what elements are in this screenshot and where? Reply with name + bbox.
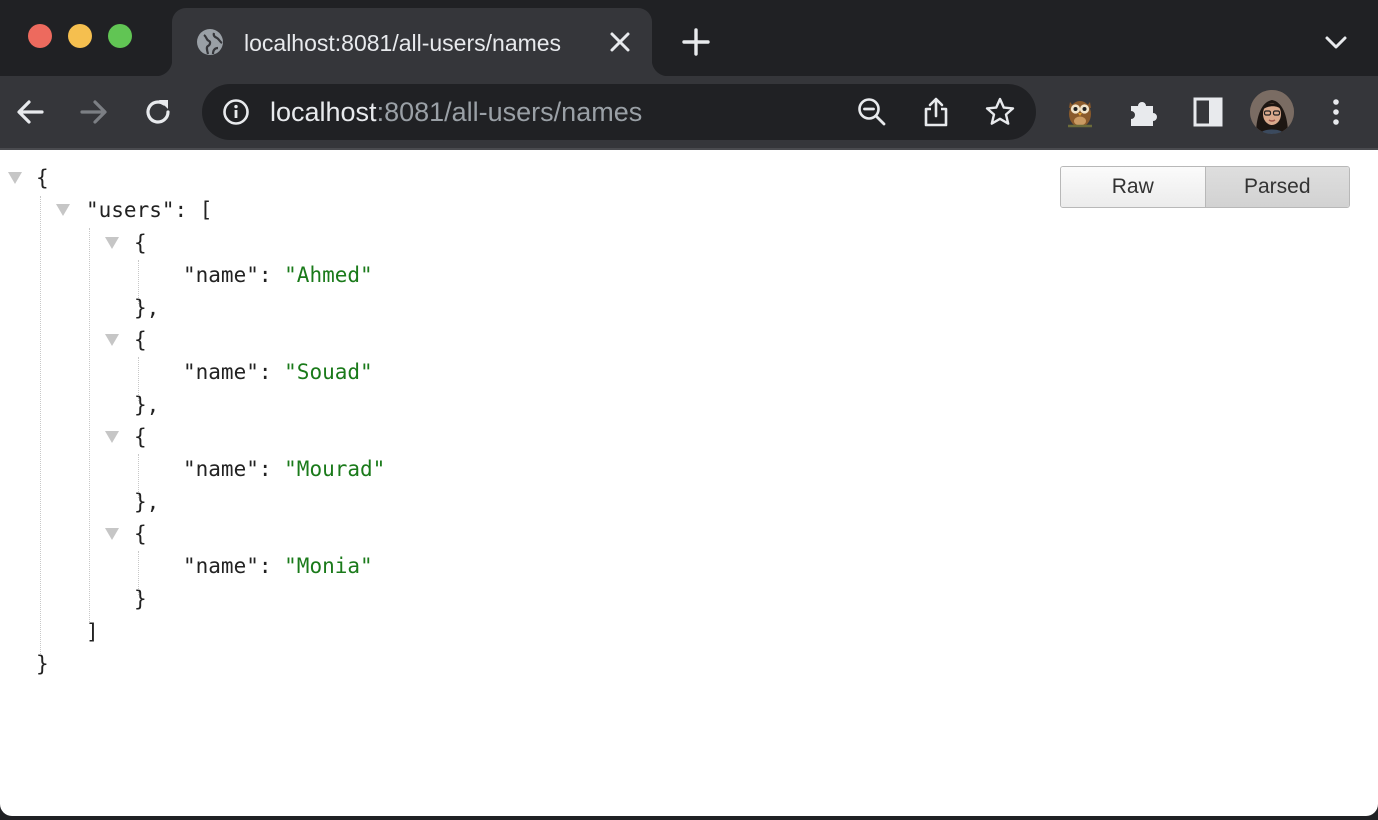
json-key: "name" [183, 263, 259, 287]
json-brace: }, [134, 393, 160, 417]
chevron-down-icon[interactable] [1322, 28, 1350, 56]
collapse-toggle-icon[interactable] [105, 237, 119, 249]
json-string-value: "Mourad" [284, 457, 386, 481]
back-arrow-icon[interactable] [12, 94, 48, 130]
close-window-button[interactable] [28, 24, 52, 48]
indent-guide [89, 228, 90, 624]
json-brace: { [36, 166, 49, 190]
browser-toolbar: localhost:8081/all-users/names [0, 76, 1378, 148]
json-brace: }, [134, 490, 160, 514]
json-brace: { [134, 328, 147, 352]
kebab-menu-icon[interactable] [1318, 94, 1354, 130]
json-key: "name" [183, 360, 259, 384]
json-key: "users" [86, 198, 175, 222]
url-path: :8081/all-users/names [376, 97, 643, 127]
tab-title: localhost:8081/all-users/names [244, 30, 562, 56]
parsed-button[interactable]: Parsed [1204, 167, 1349, 207]
share-icon[interactable] [920, 96, 952, 128]
json-key: "name" [183, 554, 259, 578]
json-bracket: ] [86, 620, 99, 644]
json-brace: } [134, 587, 147, 611]
json-entry: "name": "Souad" [183, 360, 373, 384]
extensions-puzzle-icon[interactable] [1126, 94, 1162, 130]
maximize-window-button[interactable] [108, 24, 132, 48]
json-key-row: "users": [ [86, 198, 213, 222]
new-tab-icon[interactable] [680, 26, 712, 58]
page-content: { "users": [ { "name": "Ahmed" }, { "nam… [0, 150, 1378, 816]
collapse-toggle-icon[interactable] [56, 204, 70, 216]
forward-arrow-icon[interactable] [76, 94, 112, 130]
collapse-toggle-icon[interactable] [105, 528, 119, 540]
url-host: localhost [270, 97, 377, 127]
globe-icon [196, 28, 224, 56]
browser-tab[interactable]: localhost:8081/all-users/names [156, 8, 668, 76]
json-key: "name" [183, 457, 259, 481]
indent-guide [40, 196, 41, 656]
site-info-icon[interactable] [222, 98, 250, 126]
json-string-value: "Souad" [284, 360, 373, 384]
json-brace: { [134, 425, 147, 449]
json-brace: { [134, 522, 147, 546]
json-string-value: "Ahmed" [284, 263, 373, 287]
reload-icon[interactable] [140, 94, 176, 130]
collapse-toggle-icon[interactable] [105, 334, 119, 346]
json-brace: }, [134, 296, 160, 320]
json-brace: } [36, 652, 49, 676]
collapse-toggle-icon[interactable] [8, 172, 22, 184]
address-bar[interactable]: localhost:8081/all-users/names [202, 84, 1036, 140]
json-string-value: "Monia" [284, 554, 373, 578]
tab-strip: localhost:8081/all-users/names [0, 0, 1378, 76]
minimize-window-button[interactable] [68, 24, 92, 48]
json-brace: { [134, 231, 147, 255]
raw-button[interactable]: Raw [1061, 167, 1205, 207]
owl-extension-icon[interactable] [1062, 94, 1098, 130]
collapse-toggle-icon[interactable] [105, 431, 119, 443]
profile-avatar[interactable] [1250, 90, 1294, 134]
bookmark-star-icon[interactable] [984, 96, 1016, 128]
zoom-out-icon[interactable] [856, 96, 888, 128]
url-text[interactable]: localhost:8081/all-users/names [270, 96, 642, 128]
json-entry: "name": "Mourad" [183, 457, 386, 481]
view-mode-toggle: Raw Parsed [1060, 166, 1350, 208]
json-entry: "name": "Ahmed" [183, 263, 373, 287]
close-tab-icon[interactable] [606, 28, 634, 56]
side-panel-icon[interactable] [1190, 94, 1226, 130]
json-entry: "name": "Monia" [183, 554, 373, 578]
